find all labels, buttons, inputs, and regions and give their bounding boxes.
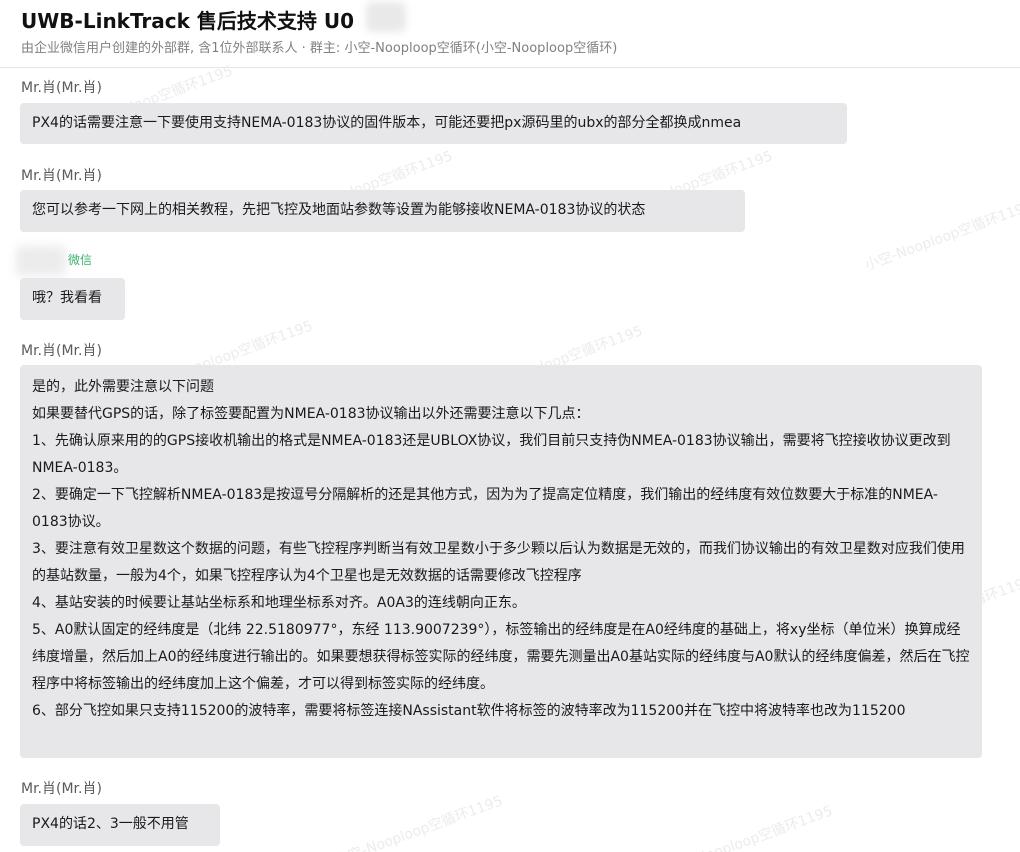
chat-header: UWB-LinkTrack 售后技术支持 U0 由企业微信用户创建的外部群, 含…: [0, 0, 1020, 68]
message-bubble[interactable]: 哦？我看看: [20, 278, 125, 320]
wechat-tag: 微信: [68, 253, 93, 267]
message-text: 6、部分飞控如果只支持115200的波特率，需要将标签连接NAssistant软…: [32, 703, 906, 719]
message-sender: Mr.肖(Mr.肖): [21, 168, 102, 184]
message-bubble[interactable]: PX4的话2、3一般不用管: [20, 804, 220, 846]
group-subtitle: 由企业微信用户创建的外部群, 含1位外部联系人 · 群主: 小空-Nooploo…: [21, 41, 618, 56]
group-title[interactable]: UWB-LinkTrack 售后技术支持 U0: [21, 5, 354, 34]
redacted-sender-name: [16, 246, 66, 276]
message-text: 如果要替代GPS的话，除了标签要配置为NMEA-0183协议输出以外还需要注意以…: [32, 406, 590, 422]
message-text: 5、A0默认固定的经纬度是（北纬 22.5180977°，东经 113.9007…: [32, 622, 970, 692]
message-text: 2、要确定一下飞控解析NMEA-0183是按逗号分隔解析的还是其他方式，因为为了…: [32, 487, 938, 530]
redacted-title-suffix: [366, 2, 406, 32]
message-list[interactable]: Mr.肖(Mr.肖) PX4的话需要注意一下要使用支持NEMA-0183协议的固…: [0, 68, 1020, 852]
message-bubble[interactable]: PX4的话需要注意一下要使用支持NEMA-0183协议的固件版本，可能还要把px…: [20, 103, 847, 144]
message-text: 4、基站安装的时候要让基站坐标系和地理坐标系对齐。A0A3的连线朝向正东。: [32, 595, 526, 611]
message-sender: Mr.肖(Mr.肖): [21, 781, 102, 797]
message-text: 是的，此外需要注意以下问题: [32, 379, 214, 395]
message-text: 1、先确认原来用的的GPS接收机输出的格式是NMEA-0183还是UBLOX协议…: [32, 433, 951, 476]
message-bubble[interactable]: 您可以参考一下网上的相关教程，先把飞控及地面站参数等设置为能够接收NEMA-01…: [20, 190, 745, 232]
message-sender: Mr.肖(Mr.肖): [21, 343, 102, 359]
message-sender: Mr.肖(Mr.肖): [21, 80, 102, 96]
message-text: 您可以参考一下网上的相关教程，先把飞控及地面站参数等设置为能够接收NEMA-01…: [32, 202, 646, 218]
message-text: 哦？我看看: [32, 290, 102, 306]
message-text: PX4的话2、3一般不用管: [32, 816, 189, 832]
message-text: 3、要注意有效卫星数这个数据的问题，有些飞控程序判断当有效卫星数小于多少颗以后认…: [32, 541, 965, 584]
message-text: PX4的话需要注意一下要使用支持NEMA-0183协议的固件版本，可能还要把px…: [32, 115, 742, 131]
message-bubble[interactable]: 是的，此外需要注意以下问题 如果要替代GPS的话，除了标签要配置为NMEA-01…: [20, 365, 982, 758]
